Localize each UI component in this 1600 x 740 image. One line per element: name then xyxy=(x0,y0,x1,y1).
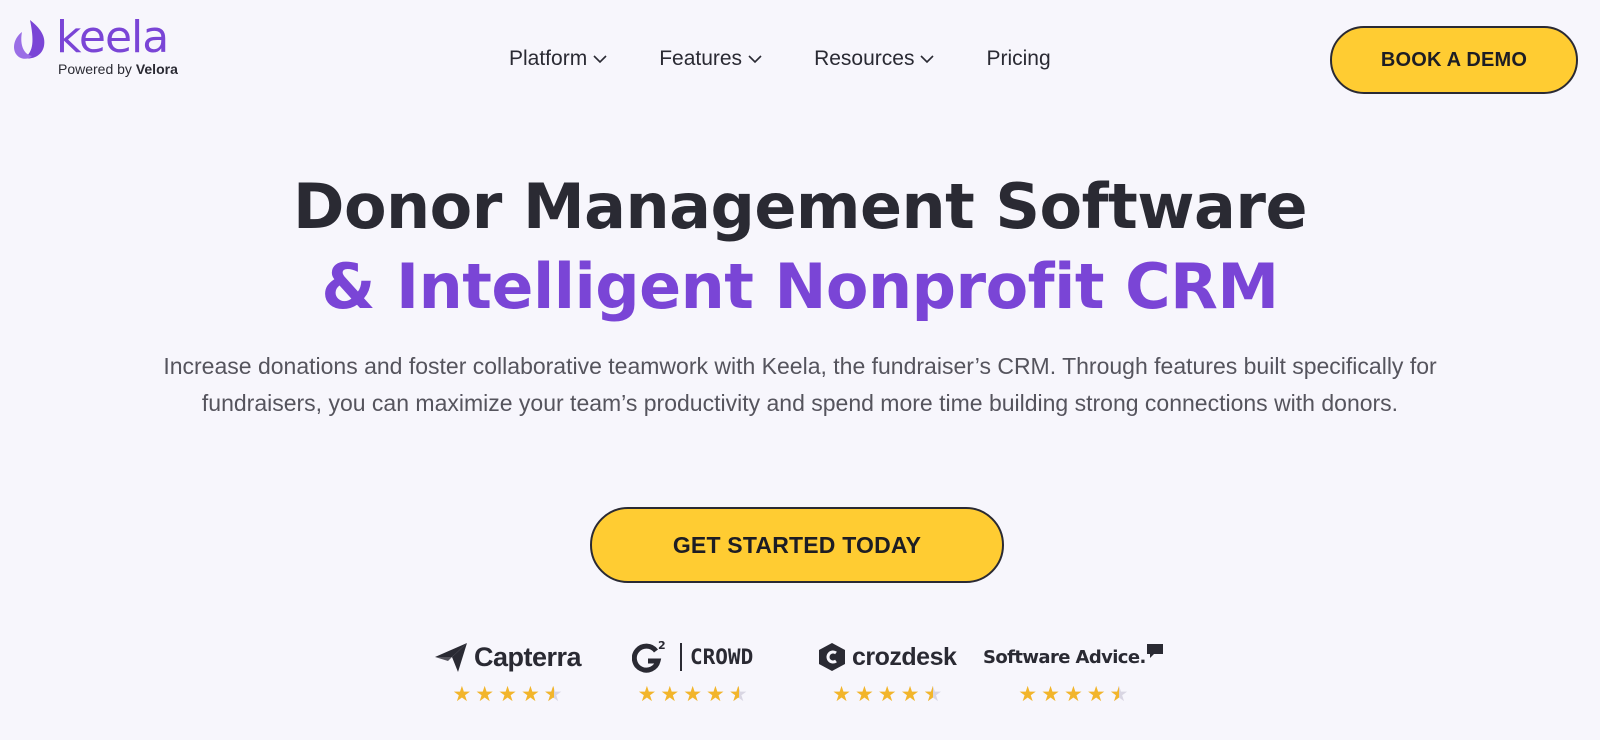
review-software-advice[interactable]: Software Advice. ★ ★ ★ ★ ★ xyxy=(983,638,1164,706)
star-icon: ★ xyxy=(1041,682,1060,706)
logo-tagline-brand: Velora xyxy=(135,61,178,77)
star-icon: ★ xyxy=(706,682,725,706)
nav-item-label: Resources xyxy=(814,47,915,70)
hero-title: Donor Management Software xyxy=(292,170,1308,243)
half-star-icon: ★ xyxy=(923,682,942,706)
logo-tagline-prefix: Powered by xyxy=(58,61,132,77)
crozdesk-logo-icon xyxy=(819,643,845,671)
star-icon: ★ xyxy=(475,682,495,706)
review-badges: Capterra ★ ★ ★ ★ ★ 2 CROWD ★ ★ xyxy=(0,638,1600,708)
star-icon: ★ xyxy=(1018,682,1038,706)
star-icon: ★ xyxy=(452,682,472,706)
star-rating: ★ ★ ★ ★ ★ xyxy=(832,682,942,706)
star-icon: ★ xyxy=(832,682,851,706)
star-icon: ★ xyxy=(683,682,703,706)
half-star-icon: ★ xyxy=(729,682,748,706)
book-demo-button[interactable]: BOOK A DEMO xyxy=(1330,26,1578,94)
nav-item-features[interactable]: Features xyxy=(659,47,762,71)
software-advice-logo: Software Advice. xyxy=(983,638,1164,676)
keela-flame-icon xyxy=(14,20,45,59)
nav-item-label: Features xyxy=(659,47,743,70)
star-icon: ★ xyxy=(520,682,540,706)
page: keela Powered by Velora Platform Feature… xyxy=(0,0,1600,740)
review-logo-text: crozdesk xyxy=(852,642,957,671)
chevron-down-icon xyxy=(593,55,607,64)
keela-logo[interactable]: keela Powered by Velora xyxy=(10,12,178,77)
review-logo-text: Capterra xyxy=(474,641,582,672)
hero-description: Increase donations and foster collaborat… xyxy=(163,353,1437,416)
logo-tagline: Powered by Velora xyxy=(58,61,178,77)
star-icon: ★ xyxy=(637,682,657,706)
star-icon: ★ xyxy=(900,682,920,706)
capterra-arrow-icon xyxy=(435,643,467,672)
star-icon: ★ xyxy=(877,682,897,706)
nav-item-label: Platform xyxy=(509,47,588,70)
star-icon: ★ xyxy=(498,682,517,706)
logo-wordmark: keela xyxy=(56,12,169,63)
star-rating: ★ ★ ★ ★ ★ xyxy=(638,682,748,706)
star-rating: ★ ★ ★ ★ ★ xyxy=(452,682,562,706)
g2-divider xyxy=(680,643,682,671)
chevron-down-icon xyxy=(748,55,762,64)
star-icon: ★ xyxy=(660,682,680,706)
nav-item-resources[interactable]: Resources xyxy=(814,47,935,71)
review-logo-text: CROWD xyxy=(690,645,754,669)
speech-bubble-icon xyxy=(1146,644,1163,658)
half-star-icon: ★ xyxy=(1110,682,1129,706)
review-crozdesk[interactable]: crozdesk ★ ★ ★ ★ ★ xyxy=(818,638,957,706)
logo-row: keela xyxy=(10,12,178,63)
nav-item-label: Pricing xyxy=(986,47,1051,70)
chevron-down-icon xyxy=(920,55,935,64)
main-nav: Platform Features Resources Pricing xyxy=(509,47,1051,71)
crozdesk-logo: crozdesk xyxy=(818,638,957,676)
star-icon: ★ xyxy=(1063,682,1083,706)
get-started-button[interactable]: GET STARTED TODAY xyxy=(590,507,1004,583)
nav-item-pricing[interactable]: Pricing xyxy=(986,47,1050,71)
nav-item-platform[interactable]: Platform xyxy=(509,47,607,71)
review-logo-text: Software Advice. xyxy=(983,646,1146,668)
star-icon: ★ xyxy=(854,682,874,706)
half-star-icon: ★ xyxy=(544,682,563,706)
star-rating: ★ ★ ★ ★ ★ xyxy=(1018,682,1128,706)
review-capterra[interactable]: Capterra ★ ★ ★ ★ ★ xyxy=(434,638,582,706)
hero-subtitle: & Intelligent Nonprofit CRM xyxy=(321,250,1279,323)
review-g2-crowd[interactable]: 2 CROWD ★ ★ ★ ★ ★ xyxy=(632,638,753,706)
capterra-logo: Capterra xyxy=(434,638,582,676)
star-icon: ★ xyxy=(1086,682,1106,706)
g2-logo-icon: 2 xyxy=(632,639,666,673)
g2-crowd-logo: 2 CROWD xyxy=(632,638,753,676)
g2-superscript: 2 xyxy=(658,639,666,652)
